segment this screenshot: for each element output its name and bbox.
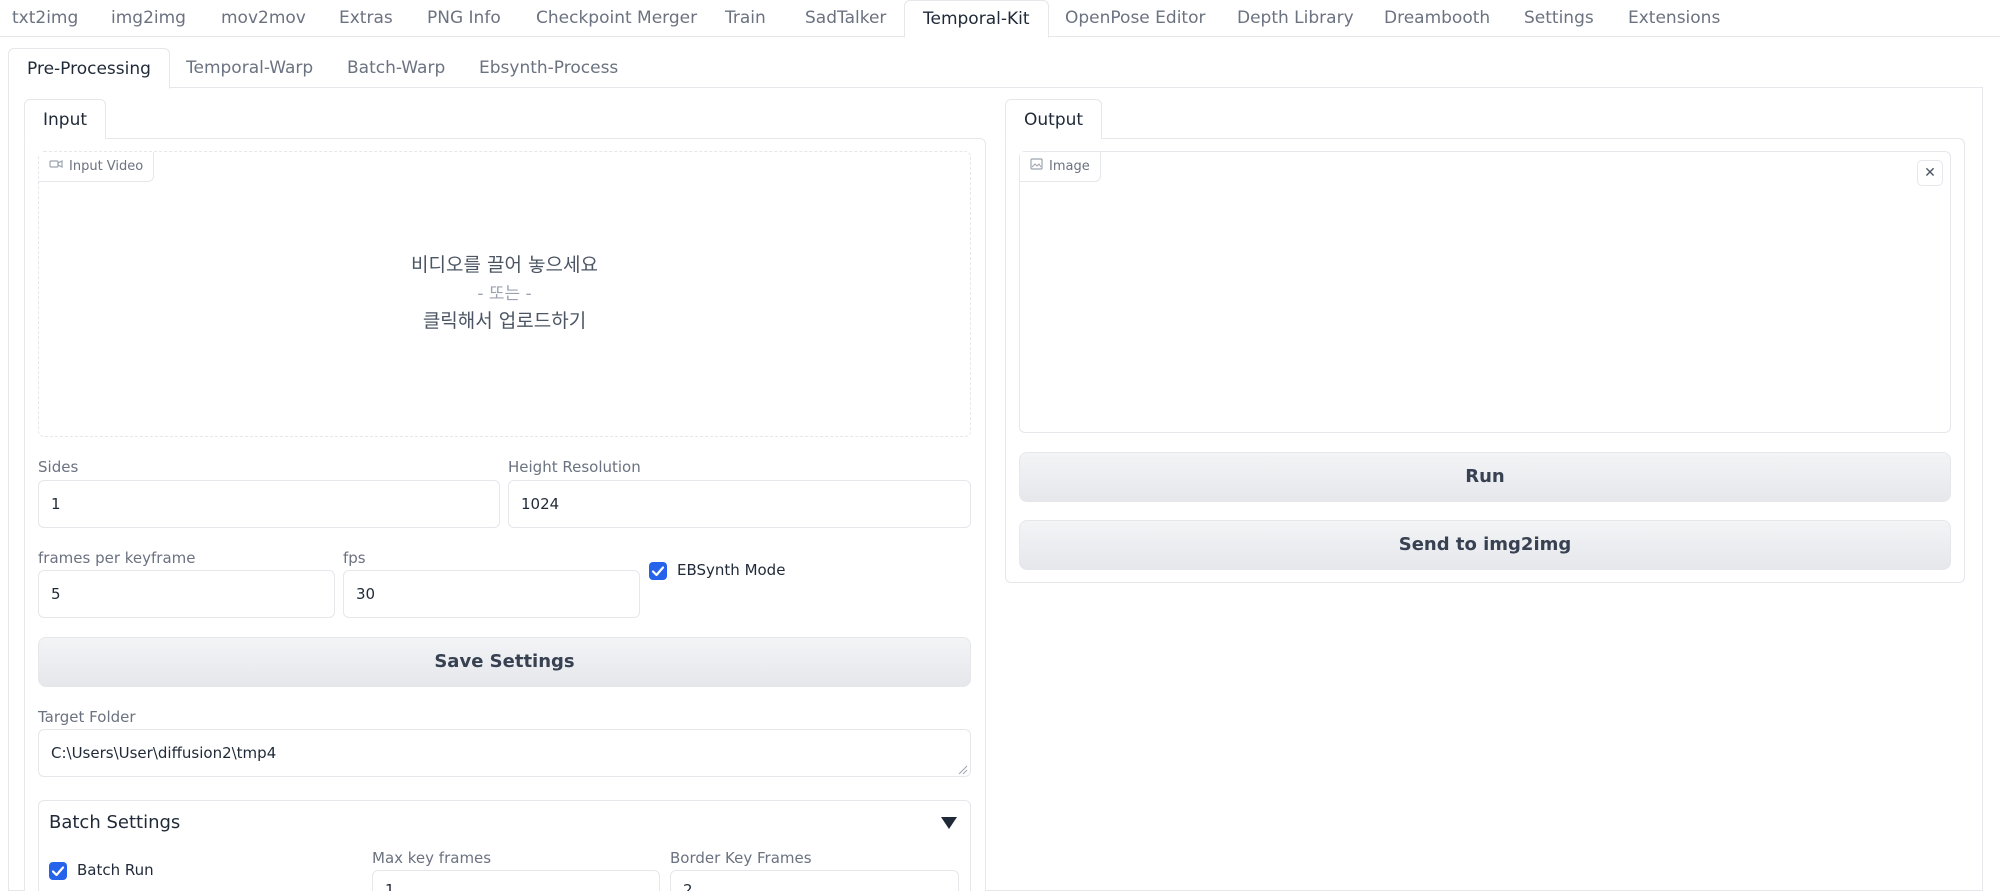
- click-upload-text: 클릭해서 업로드하기: [422, 310, 587, 332]
- tab-txt2img[interactable]: txt2img: [12, 0, 78, 37]
- height-resolution-label: Height Resolution: [508, 458, 641, 476]
- image-label-text: Image: [1049, 158, 1090, 174]
- frames-per-keyframe-label: frames per keyframe: [38, 549, 196, 567]
- tab-checkpoint-merger[interactable]: Checkpoint Merger: [536, 0, 697, 37]
- tab-extras[interactable]: Extras: [339, 0, 393, 37]
- tab-extensions[interactable]: Extensions: [1628, 0, 1720, 37]
- tab-batch-warp[interactable]: Batch-Warp: [347, 48, 445, 88]
- or-text: - 또는 -: [477, 284, 532, 304]
- border-key-frames-input[interactable]: 2: [670, 870, 959, 891]
- checkmark-icon: [51, 866, 65, 877]
- input-video-label-text: Input Video: [69, 158, 144, 174]
- send-to-img2img-button[interactable]: Send to img2img: [1019, 520, 1951, 570]
- fps-label: fps: [343, 549, 366, 567]
- sides-label: Sides: [38, 458, 79, 476]
- tab-depth-library[interactable]: Depth Library: [1237, 0, 1354, 37]
- batch-run-label: Batch Run: [77, 861, 154, 879]
- target-folder-input[interactable]: C:\Users\User\diffusion2\tmp4: [38, 729, 971, 777]
- tab-mov2mov[interactable]: mov2mov: [221, 0, 306, 37]
- sub-tab-bar: Pre-Processing Temporal-Warp Batch-Warp …: [8, 48, 1983, 89]
- run-button[interactable]: Run: [1019, 452, 1951, 502]
- tab-pre-processing[interactable]: Pre-Processing: [8, 48, 170, 89]
- tab-dreambooth[interactable]: Dreambooth: [1384, 0, 1490, 37]
- top-tab-bar: txt2img img2img mov2mov Extras PNG Info …: [0, 0, 2000, 38]
- tab-temporal-warp[interactable]: Temporal-Warp: [186, 48, 313, 88]
- height-resolution-input[interactable]: 1024: [508, 480, 971, 528]
- close-icon[interactable]: ✕: [1917, 160, 1943, 186]
- target-folder-label: Target Folder: [38, 708, 136, 726]
- save-settings-button[interactable]: Save Settings: [38, 637, 971, 687]
- border-key-frames-label: Border Key Frames: [670, 849, 812, 867]
- tab-openpose-editor[interactable]: OpenPose Editor: [1065, 0, 1205, 37]
- tab-img2img[interactable]: img2img: [111, 0, 186, 37]
- drop-video-text: 비디오를 끌어 놓으세요: [411, 254, 598, 276]
- sides-input[interactable]: 1: [38, 480, 500, 528]
- max-key-frames-input[interactable]: 1: [372, 870, 660, 891]
- tab-input[interactable]: Input: [24, 99, 107, 139]
- video-camera-icon: [49, 153, 63, 181]
- input-video-label: Input Video: [39, 152, 155, 182]
- video-upload-area[interactable]: Input Video 비디오를 끌어 놓으세요 - 또는 - 클릭해서 업로드…: [38, 151, 971, 437]
- fps-input[interactable]: 30: [343, 570, 640, 618]
- checkmark-icon: [651, 566, 665, 577]
- batch-settings-title[interactable]: Batch Settings: [49, 812, 180, 833]
- tab-output[interactable]: Output: [1005, 99, 1103, 139]
- image-icon: [1030, 153, 1043, 181]
- tab-ebsynth-process[interactable]: Ebsynth-Process: [479, 48, 618, 88]
- batch-run-checkbox[interactable]: [49, 862, 67, 880]
- image-label: Image: [1020, 152, 1101, 182]
- tab-sadtalker[interactable]: SadTalker: [805, 0, 886, 37]
- caret-down-icon[interactable]: [941, 817, 957, 829]
- ebsynth-mode-label: EBSynth Mode: [677, 561, 786, 579]
- max-key-frames-label: Max key frames: [372, 849, 492, 867]
- tab-temporal-kit[interactable]: Temporal-Kit: [904, 0, 1049, 38]
- tab-png-info[interactable]: PNG Info: [427, 0, 501, 37]
- output-image-area: Image ✕: [1019, 151, 1951, 433]
- resize-grip-icon[interactable]: [958, 765, 968, 775]
- tab-train[interactable]: Train: [725, 0, 766, 37]
- frames-per-keyframe-input[interactable]: 5: [38, 570, 335, 618]
- ebsynth-mode-checkbox[interactable]: [649, 562, 667, 580]
- tab-settings[interactable]: Settings: [1524, 0, 1594, 37]
